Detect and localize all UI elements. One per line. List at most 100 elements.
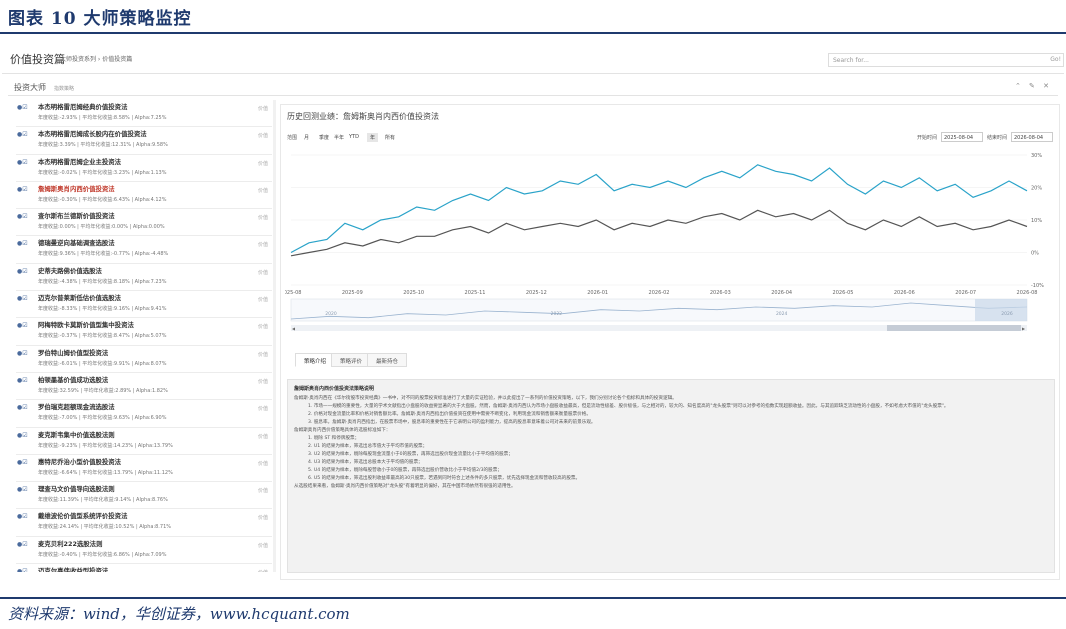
range-button[interactable]: 季度 [316,133,332,142]
description-point: 2. 价格对现金流量比率和价格对销售额比率。詹姆斯·奥肖内西指出价值投资在使用中… [308,412,591,417]
strategy-item[interactable]: ●☑ 柏顿墨基价值成功选股法 年度收益:32.59% | 平均年化收益:2.89% … [16,373,272,401]
strategy-tag: 价值 [257,160,268,167]
strategy-item[interactable]: ●☑迈克尔喜伟收益型投资法年度收益:-16.37% | 平均年化收益:9.25%… [16,564,272,572]
x-tick-label: 2026-02 [649,290,670,296]
range-button[interactable]: YTD [346,133,362,142]
strategy-item[interactable]: ●☑ 罗伯特山姆价值型投资法 年度收益:-6.01% | 平均年化收益:9.91% … [16,346,272,373]
search-go-button[interactable]: Go! [1050,56,1061,63]
strategy-stats: 年度收益:0.00% | 平均年化收益:0.00% | Alpha:0.00% [38,224,165,231]
strategy-bullet-icon: ●☑ [17,376,28,384]
strategy-name: 罗伯特山姆价值型投资法 [38,348,109,357]
strategy-bullet-icon: ●☑ [17,568,28,572]
strategy-item[interactable]: ●☑ 麦克贝利222选股法则 年度收益:-0.40% | 平均年化收益:6.86% … [16,537,272,565]
range-button[interactable]: 年 [367,133,379,142]
description-outro: 从选股结果来看，詹姆斯·奥肖内西价值策略对"龙头股"有着明显的偏好，其在中国市场… [294,484,516,489]
strategy-tag: 价值 [257,406,268,413]
top-bar: 价值投资篇 大师投资系列 › 价值投资篇 Search for... Go! [2,44,1064,74]
strategy-name: 查尔斯布兰德斯价值投资法 [38,212,115,221]
breadcrumb[interactable]: 大师投资系列 › 价值投资篇 [60,54,132,63]
strategy-item[interactable]: ●☑ 本杰明格雷厄姆经典价值投资法 年度收益:-2.93% | 平均年化收益:8.5… [16,100,272,128]
backtest-chart[interactable]: -10% 0% 10% 20% 30% 2025-08 2025-09 2025-10 2025… [281,147,1057,297]
strategy-bullet-icon: ●☑ [17,104,28,111]
chart-navigator[interactable]: 2020 2022 2024 2026 ◂ ▸ [285,297,1057,347]
strategy-stats: 年度收益:9.36% | 平均年化收益:-0.77% | Alpha:-4.48… [38,251,169,258]
strategy-stats: 年度收益:-9.23% | 平均年化收益:14.23% | Alpha:13.7… [38,442,173,449]
x-tick-label: 2026-03 [710,290,731,296]
page-title: 价值投资篇 [10,53,65,66]
tab-0[interactable]: 策略介绍 [295,353,336,367]
strategy-stats: 年度收益:-0.02% | 平均年化收益:3.23% | Alpha:1.13% [38,169,167,176]
panel-title: 投资大师 [14,83,46,92]
strategy-item[interactable]: ●☑ 德瑞曼逆向基础调查选股法 年度收益:9.36% | 平均年化收益:-0.77%… [16,236,272,264]
x-tick-label: 2025-10 [403,290,424,296]
strategy-stats: 年度收益:24.14% | 平均年化收益:10.52% | Alpha:8.71… [38,524,172,531]
description-rule: 2. U1 的结果为样本，筛选出总市值大于平均市值的股票； [308,444,428,449]
strategy-item[interactable]: ●☑ 麦克斯韦集中价值选股法则 年度收益:-9.23% | 平均年化收益:14.23… [16,428,272,455]
strategy-bullet-icon: ●☑ [17,131,28,139]
strategy-tag: 价值 [257,378,268,385]
strategy-item[interactable]: ●☑ 本杰明格雷厄姆成长股内在价值投资法 年度收益:3.39% | 平均年化收益:1… [16,127,272,155]
strategy-tag: 价值 [257,542,268,549]
description-rule: 3. U2 的结果为样本，剔除每股现金流量小于0的股票，再筛选出股价现金流量比小… [308,452,513,457]
strategy-tag: 价值 [257,106,268,112]
x-tick-label: 2026-01 [587,290,608,296]
strategy-name: 本杰明格雷厄姆经典价值投资法 [38,103,128,111]
strategy-bullet-icon: ●☑ [17,158,28,166]
bottom-divider [0,597,1066,599]
strategy-item[interactable]: ●☑ 理查马文价值导向选股法则 年度收益:11.39% | 平均年化收益:9.14%… [16,482,272,510]
x-tick-label: 2026-08 [1017,290,1038,296]
strategy-item[interactable]: ●☑ 阿梅特欧卡莫斯价值型集中投资法 年度收益:-0.37% | 平均年化收益:8.… [16,318,272,346]
strategy-item[interactable]: ●☑ 本杰明格雷厄姆企业主投资法 年度收益:-0.02% | 平均年化收益:3.23… [16,155,272,182]
search-input[interactable]: Search for... Go! [828,53,1064,67]
main-panel: 历史回测业绩：詹姆斯奥肖内西价值投资法 范围 月季度 半年 YTD 年所有 开始时间 … [280,104,1060,580]
strategy-item[interactable]: ●☑ 戴维波伦价值型系统评价投资法年度收益:24.14% | 平均年化收益:10.… [16,509,272,537]
description-points: 1. 市场一一规模的重要性，大量的学术文献指出小盘股的收益要显著的大于大盘股。然… [294,403,1048,427]
strategy-name: 迈克尔喜伟收益型投资法 [38,567,109,572]
strategy-stats: 年度收益:32.59% | 平均年化收益:2.89% | Alpha:1.82% [38,387,168,394]
range-label: 范围 [287,135,298,141]
description-rule-intro: 詹姆斯奥肖内西价值策略具体的选股标准如下： [294,428,391,433]
range-button[interactable]: 月 [301,133,312,142]
navigator-scroll-thumb[interactable] [887,325,1021,331]
strategy-bullet-icon: ●☑ [17,349,28,357]
sidebar-scrollbar[interactable] [273,100,276,572]
navigator-selection[interactable] [975,299,1027,321]
start-date-input[interactable]: 2025-08-04 [941,132,983,142]
strategy-tag: 价值 [257,133,268,140]
strategy-name: 戴维波伦价值型系统评价投资法 [38,512,128,521]
screenshot: 价值投资篇 大师投资系列 › 价值投资篇 Search for... Go! 投… [2,44,1064,594]
strategy-item[interactable]: ●☑ 查尔斯布兰德斯价值投资法 年度收益:0.00% | 平均年化收益:0.00% … [16,209,272,237]
description-rule: 6. U5 的结果为样本，筛选出股利收益率最高的30只股票，若遇到同时符合上述条… [308,476,581,481]
end-date-input[interactable]: 2026-08-04 [1011,132,1053,142]
description-heading: 詹姆斯奥肖内西价值投资法策略说明 [294,386,375,392]
scroll-right-icon[interactable]: ▸ [1022,326,1025,333]
strategy-item[interactable]: ●☑ 惠特尼乔治小型价值股投资法 年度收益:-6.64% | 平均年化收益:13.7… [16,455,272,483]
strategy-item[interactable]: ●☑ 罗伯瑞克超额现金流选股法 年度收益:-7.00% | 平均年化收益:9.63%… [16,400,272,428]
description-rule: 1. 剔除 ST 和停牌股票； [308,436,360,441]
x-tick-label: 2025-11 [465,290,486,296]
strategy-bullet-icon: ●☑ [17,513,28,521]
strategy-item[interactable]: ●☑ 詹姆斯奥肖内西价值投资法 年度收益:-0.30% | 平均年化收益:6.43%… [16,182,272,210]
tab-1[interactable]: 策略评价 [331,353,372,367]
strategy-stats: 年度收益:-0.37% | 平均年化收益:8.47% | Alpha:5.07% [38,333,167,340]
strategy-name: 德瑞曼逆向基础调查选股法 [38,239,115,248]
scroll-left-icon[interactable]: ◂ [292,326,295,333]
strategy-item[interactable]: ●☑ 史蒂夫路佛价值选股法 年度收益:-4.38% | 平均年化收益:8.18% |… [16,264,272,292]
y-tick-label: 30% [1031,153,1042,159]
strategy-item[interactable]: ●☑ 迈克尔普莱斯低估价值选股法 年度收益:-8.33% | 平均年化收益:9.16… [16,291,272,319]
strategy-tag: 价值 [257,242,268,249]
range-button[interactable]: 所有 [382,133,398,142]
backtest-chart-svg: -10% 0% 10% 20% 30% 2025-08 2025-09 2025-10 2025… [281,153,1045,296]
strategy-bullet-icon: ●☑ [17,185,28,193]
description-point: 3. 股息率。詹姆斯·奥肖内西指出，在股票市场中，股息率的重要性在于它表明公司的… [308,420,596,425]
x-tick-label: 2026-05 [833,290,854,296]
x-tick-label: 2025-09 [342,290,363,296]
strategy-tag: 价值 [257,187,268,194]
y-tick-label: 0% [1031,251,1039,257]
strategy-name: 本杰明格雷厄姆成长股内在价值投资法 [38,130,147,139]
panel-controls-icon[interactable]: ⌃ ✎ ✕ [1015,82,1052,90]
range-button[interactable]: 半年 [331,133,347,142]
y-tick-label: 20% [1031,186,1042,192]
tab-2[interactable]: 最新持仓 [367,353,408,367]
strategy-tag: 价值 [257,269,268,276]
